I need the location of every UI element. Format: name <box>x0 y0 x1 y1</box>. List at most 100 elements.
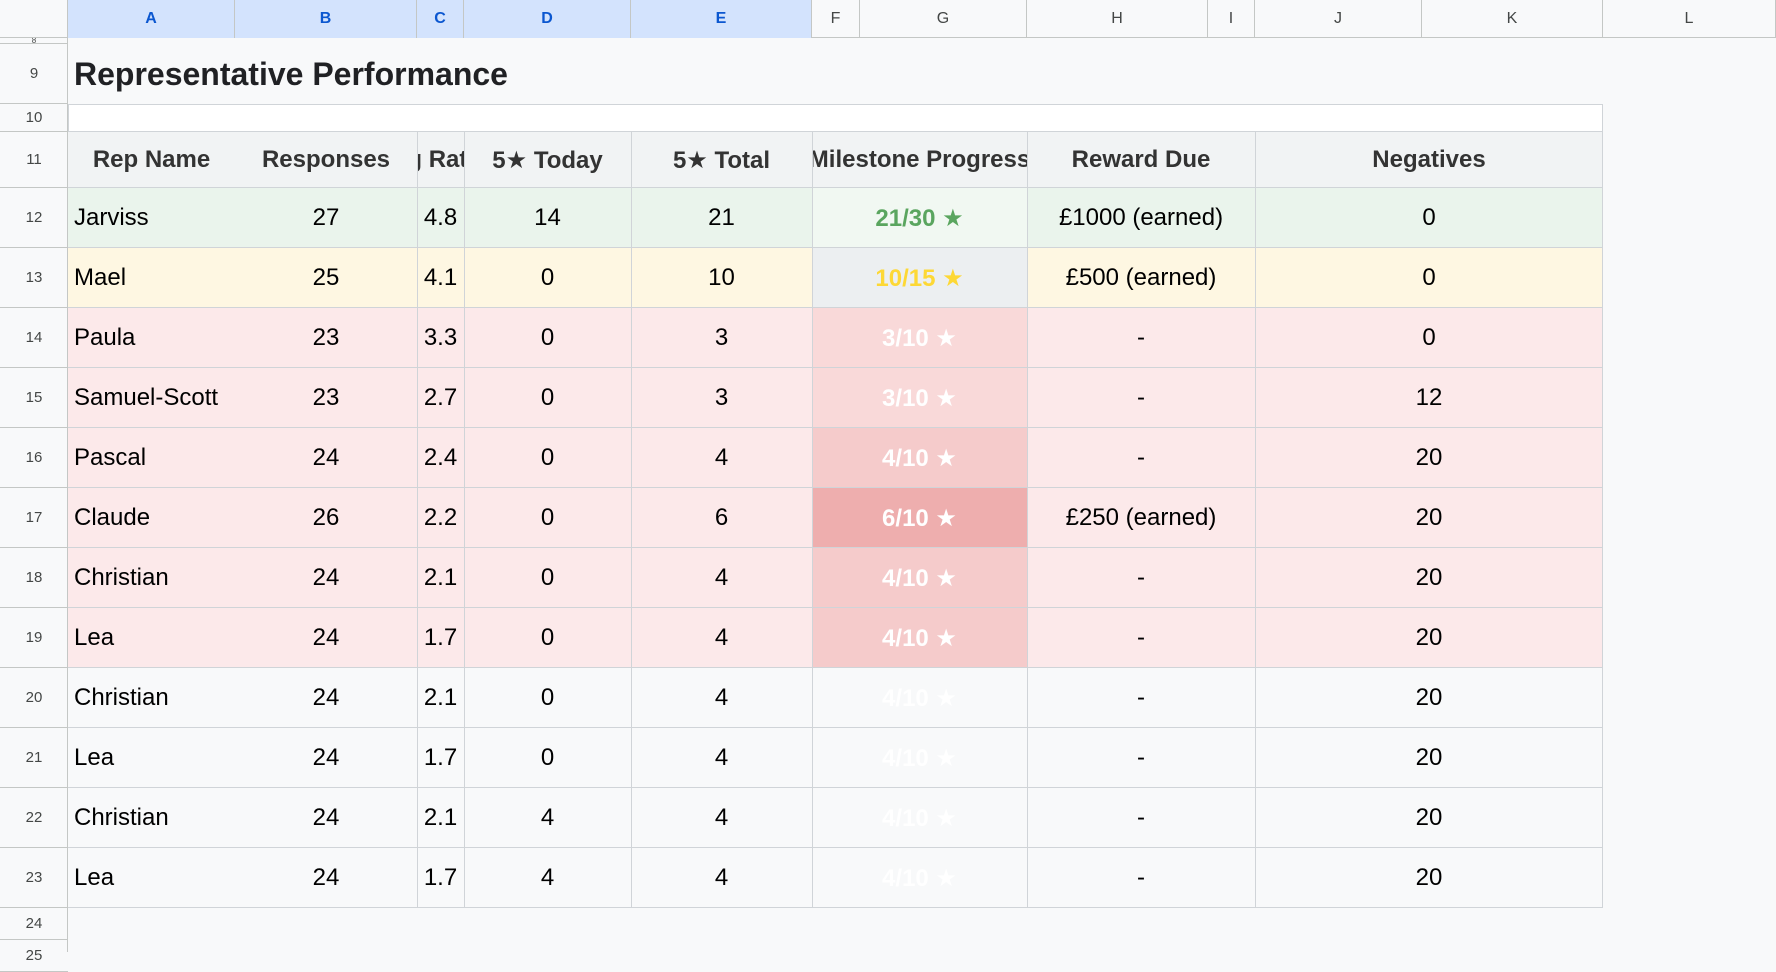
cell-total[interactable]: 21 <box>631 188 812 248</box>
column-header-j[interactable]: J <box>1255 0 1422 38</box>
cell-total[interactable]: 3 <box>631 308 812 368</box>
cell-reward[interactable]: £1000 (earned) <box>1027 188 1255 248</box>
row-header-18[interactable]: 18 <box>0 548 68 608</box>
cell-responses[interactable]: 24 <box>235 848 417 908</box>
cell-today[interactable]: 0 <box>464 548 631 608</box>
cell-responses[interactable]: 26 <box>235 488 417 548</box>
column-header-c[interactable]: C <box>417 0 464 38</box>
column-header-e[interactable]: E <box>631 0 812 38</box>
cell-negatives[interactable]: 20 <box>1255 728 1603 788</box>
cell-today[interactable]: 0 <box>464 368 631 428</box>
cell-rating[interactable]: 2.1 <box>417 548 464 608</box>
cell-responses[interactable]: 24 <box>235 548 417 608</box>
milestone-progress-cell[interactable]: 4/10 ★ <box>812 548 1027 608</box>
cell-today[interactable]: 0 <box>464 488 631 548</box>
cell-negatives[interactable]: 20 <box>1255 548 1603 608</box>
cell-total[interactable]: 4 <box>631 608 812 668</box>
cell-total[interactable]: 10 <box>631 248 812 308</box>
cell-responses[interactable]: 24 <box>235 788 417 848</box>
row-header-21[interactable]: 21 <box>0 728 68 788</box>
cell-negatives[interactable]: 20 <box>1255 428 1603 488</box>
row-header-25[interactable]: 25 <box>0 940 68 972</box>
cell-total[interactable]: 6 <box>631 488 812 548</box>
cell-today[interactable]: 0 <box>464 428 631 488</box>
row-header-12[interactable]: 12 <box>0 188 68 248</box>
select-all-corner[interactable] <box>0 0 68 38</box>
cell-responses[interactable]: 23 <box>235 368 417 428</box>
cell-total[interactable]: 4 <box>631 728 812 788</box>
column-header-f[interactable]: F <box>812 0 860 38</box>
milestone-progress-cell[interactable]: 3/10 ★ <box>812 308 1027 368</box>
cell-name[interactable]: Lea <box>68 728 235 788</box>
row-header-19[interactable]: 19 <box>0 608 68 668</box>
row-header-24[interactable]: 24 <box>0 908 68 940</box>
row-header-9[interactable]: 9 <box>0 44 68 104</box>
column-header-k[interactable]: K <box>1422 0 1603 38</box>
cell-name[interactable]: Christian <box>68 668 235 728</box>
cell-total[interactable]: 4 <box>631 668 812 728</box>
cell-rating[interactable]: 1.7 <box>417 728 464 788</box>
cell-responses[interactable]: 24 <box>235 608 417 668</box>
column-heading-five-total[interactable]: 5★ Total <box>631 132 812 188</box>
cell-reward[interactable]: - <box>1027 308 1255 368</box>
milestone-progress-cell[interactable]: 4/10 ★ <box>812 728 1027 788</box>
cell-total[interactable]: 4 <box>631 848 812 908</box>
cell-responses[interactable]: 27 <box>235 188 417 248</box>
cell-name[interactable]: Lea <box>68 608 235 668</box>
milestone-progress-cell[interactable]: 4/10 ★ <box>812 848 1027 908</box>
cell-negatives[interactable]: 0 <box>1255 188 1603 248</box>
cell-today[interactable]: 4 <box>464 848 631 908</box>
cell-today[interactable]: 0 <box>464 728 631 788</box>
row-header-16[interactable]: 16 <box>0 428 68 488</box>
cell-negatives[interactable]: 12 <box>1255 368 1603 428</box>
cell-reward[interactable]: - <box>1027 608 1255 668</box>
cell-rating[interactable]: 1.7 <box>417 608 464 668</box>
cell-responses[interactable]: 24 <box>235 728 417 788</box>
row-header-14[interactable]: 14 <box>0 308 68 368</box>
cell-responses[interactable]: 24 <box>235 428 417 488</box>
column-header-h[interactable]: H <box>1027 0 1208 38</box>
cell-today[interactable]: 4 <box>464 788 631 848</box>
column-header-l[interactable]: L <box>1603 0 1776 38</box>
cell-today[interactable]: 14 <box>464 188 631 248</box>
cell-negatives[interactable]: 0 <box>1255 308 1603 368</box>
cell-today[interactable]: 0 <box>464 308 631 368</box>
milestone-progress-cell[interactable]: 21/30 ★ <box>812 188 1027 248</box>
cell-name[interactable]: Samuel-Scott <box>68 368 235 428</box>
cell-name[interactable]: Claude <box>68 488 235 548</box>
cell-rating[interactable]: 1.7 <box>417 848 464 908</box>
cell-name[interactable]: Christian <box>68 788 235 848</box>
cell-reward[interactable]: - <box>1027 428 1255 488</box>
cell-name[interactable]: Mael <box>68 248 235 308</box>
column-heading-milestone[interactable]: Milestone Progress <box>812 132 1027 188</box>
cell-responses[interactable]: 24 <box>235 668 417 728</box>
milestone-progress-cell[interactable]: 10/15 ★ <box>812 248 1027 308</box>
row-header-22[interactable]: 22 <box>0 788 68 848</box>
column-header-i[interactable]: I <box>1208 0 1255 38</box>
cell-negatives[interactable]: 0 <box>1255 248 1603 308</box>
cell-responses[interactable]: 23 <box>235 308 417 368</box>
cell-name[interactable]: Lea <box>68 848 235 908</box>
cell-reward[interactable]: £250 (earned) <box>1027 488 1255 548</box>
cell-name[interactable]: Christian <box>68 548 235 608</box>
cell-negatives[interactable]: 20 <box>1255 668 1603 728</box>
cell-negatives[interactable]: 20 <box>1255 608 1603 668</box>
column-header-a[interactable]: A <box>68 0 235 38</box>
cell-rating[interactable]: 2.1 <box>417 788 464 848</box>
cell-reward[interactable]: - <box>1027 548 1255 608</box>
cell-reward[interactable]: - <box>1027 668 1255 728</box>
cell-today[interactable]: 0 <box>464 248 631 308</box>
cell-today[interactable]: 0 <box>464 668 631 728</box>
cell-rating[interactable]: 4.1 <box>417 248 464 308</box>
column-heading-avg-rating[interactable]: Avg Rating <box>417 132 464 188</box>
row-header-13[interactable]: 13 <box>0 248 68 308</box>
row-header-17[interactable]: 17 <box>0 488 68 548</box>
milestone-progress-cell[interactable]: 4/10 ★ <box>812 428 1027 488</box>
column-heading-responses[interactable]: Responses <box>235 132 417 188</box>
row-header-15[interactable]: 15 <box>0 368 68 428</box>
cell-rating[interactable]: 2.2 <box>417 488 464 548</box>
milestone-progress-cell[interactable]: 6/10 ★ <box>812 488 1027 548</box>
cell-rating[interactable]: 4.8 <box>417 188 464 248</box>
cell-reward[interactable]: - <box>1027 848 1255 908</box>
cell-rating[interactable]: 3.3 <box>417 308 464 368</box>
